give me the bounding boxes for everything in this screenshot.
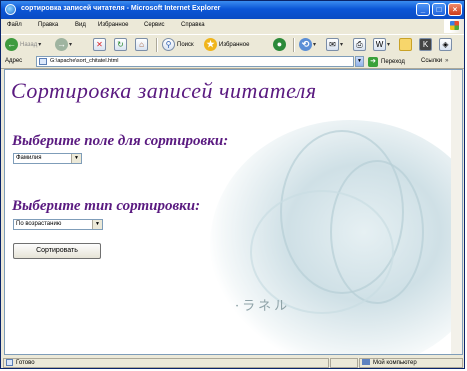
chevron-down-icon: ▼ xyxy=(92,220,102,229)
go-arrow-icon: ➜ xyxy=(368,56,378,67)
status-cell xyxy=(330,358,358,368)
sort-button[interactable]: Сортировать xyxy=(13,243,101,259)
refresh-button[interactable]: ↻ xyxy=(114,37,127,52)
media-button[interactable]: ● xyxy=(273,37,286,52)
research-button[interactable]: ◈ xyxy=(439,37,452,52)
title-bar: сортировка записей читателя - Microsoft … xyxy=(1,1,464,19)
refresh-icon: ↻ xyxy=(114,38,127,51)
type-select[interactable]: По возрастанию ▼ xyxy=(13,219,103,230)
page-done-icon xyxy=(6,359,13,366)
history-icon: ⟲ xyxy=(299,38,312,51)
minimize-button[interactable]: _ xyxy=(416,3,430,16)
search-icon: ⚲ xyxy=(162,38,175,51)
page-title: Сортировка записей читателя xyxy=(11,78,317,103)
page-icon xyxy=(39,58,47,65)
windows-logo xyxy=(444,19,464,33)
edit-icon: W xyxy=(373,38,386,51)
star-icon: ★ xyxy=(204,38,217,51)
menu-edit[interactable]: Правка xyxy=(38,22,58,28)
forward-button[interactable]: → ▾ xyxy=(55,37,72,52)
address-label: Адрес xyxy=(5,58,23,64)
ie-logo-icon xyxy=(5,4,16,15)
favorites-label: Избранное xyxy=(219,41,250,48)
edit-button[interactable]: W ▾ xyxy=(373,37,390,52)
menu-tools[interactable]: Сервис xyxy=(144,22,165,28)
messenger-icon: K xyxy=(419,38,432,51)
links-label: Ссылки xyxy=(421,58,443,64)
close-button[interactable]: × xyxy=(448,3,462,16)
field-select[interactable]: Фамилия ▼ xyxy=(13,153,82,164)
chevron-down-icon: ▾ xyxy=(340,42,344,48)
favorites-button[interactable]: ★ Избранное xyxy=(204,37,249,52)
type-select-value: По возрастанию xyxy=(16,221,62,227)
back-arrow-icon: ← xyxy=(5,38,18,51)
mail-icon: ✉ xyxy=(326,38,339,51)
home-icon: ⌂ xyxy=(135,38,148,51)
menu-favorites[interactable]: Избранное xyxy=(98,22,128,28)
search-label: Поиск xyxy=(177,41,194,48)
zone-text: Мой компьютер xyxy=(373,360,417,366)
print-icon: ⎙ xyxy=(353,38,366,51)
history-button[interactable]: ⟲ ▾ xyxy=(299,37,316,52)
go-label: Переход xyxy=(381,58,405,65)
menu-view[interactable]: Вид xyxy=(75,22,86,28)
background-text: ·ラネル xyxy=(235,299,291,314)
windows-flag-icon xyxy=(450,21,459,30)
menu-help[interactable]: Справка xyxy=(181,22,205,28)
stop-icon: ✕ xyxy=(93,38,106,51)
maximize-button[interactable]: □ xyxy=(432,3,446,16)
stop-button[interactable]: ✕ xyxy=(93,37,106,52)
go-button[interactable]: ➜ Переход xyxy=(368,56,405,67)
menu-file[interactable]: Файл xyxy=(7,22,22,28)
field-label: Выберите поле для сортировки: xyxy=(12,133,229,149)
type-label: Выберите тип сортировки: xyxy=(12,198,201,214)
forward-arrow-icon: → xyxy=(55,38,68,51)
status-bar: Готово Мой компьютер xyxy=(1,356,464,368)
search-button[interactable]: ⚲ Поиск xyxy=(162,37,194,52)
links-button[interactable]: Ссылки» xyxy=(421,58,448,64)
window-title: сортировка записей читателя - Microsoft … xyxy=(21,5,221,12)
chevron-down-icon: ▾ xyxy=(387,42,391,48)
print-button[interactable]: ⎙ xyxy=(353,37,366,52)
page-content: ·ラネル Сортировка записей читателя Выберит… xyxy=(4,69,463,355)
chevron-down-icon: ▾ xyxy=(313,42,317,48)
chevron-down-icon: ▾ xyxy=(69,42,73,48)
home-button[interactable]: ⌂ xyxy=(135,37,148,52)
vertical-scrollbar[interactable] xyxy=(451,70,462,354)
address-bar: Адрес G:\apache\sort_chitatel.html ▼ ➜ П… xyxy=(1,55,464,69)
chevron-down-icon: ▼ xyxy=(71,154,81,163)
address-input[interactable]: G:\apache\sort_chitatel.html xyxy=(36,56,354,67)
back-label: Назад xyxy=(20,41,38,48)
media-icon: ● xyxy=(273,38,286,51)
field-select-value: Фамилия xyxy=(16,155,42,161)
status-text: Готово xyxy=(16,360,35,367)
status-main: Готово xyxy=(3,358,329,368)
address-dropdown-button[interactable]: ▼ xyxy=(355,56,364,67)
research-icon: ◈ xyxy=(439,38,452,51)
browser-window: сортировка записей читателя - Microsoft … xyxy=(0,0,465,369)
messenger-button[interactable]: K xyxy=(419,37,432,52)
computer-icon xyxy=(362,359,370,366)
status-zone: Мой компьютер xyxy=(359,358,463,368)
standard-toolbar: ← Назад ▾ → ▾ ✕ ↻ ⌂ ⚲ Поиск ★ Избранное … xyxy=(1,34,464,56)
back-button[interactable]: ← Назад ▾ xyxy=(5,37,41,52)
folder-button[interactable] xyxy=(399,37,412,52)
mail-button[interactable]: ✉ ▾ xyxy=(326,37,343,52)
folder-icon xyxy=(399,38,412,51)
address-value: G:\apache\sort_chitatel.html xyxy=(50,58,119,64)
chevron-down-icon: ▾ xyxy=(38,42,42,48)
menu-bar: Файл Правка Вид Избранное Сервис Справка xyxy=(1,19,464,33)
chevron-right-icon: » xyxy=(445,58,449,64)
